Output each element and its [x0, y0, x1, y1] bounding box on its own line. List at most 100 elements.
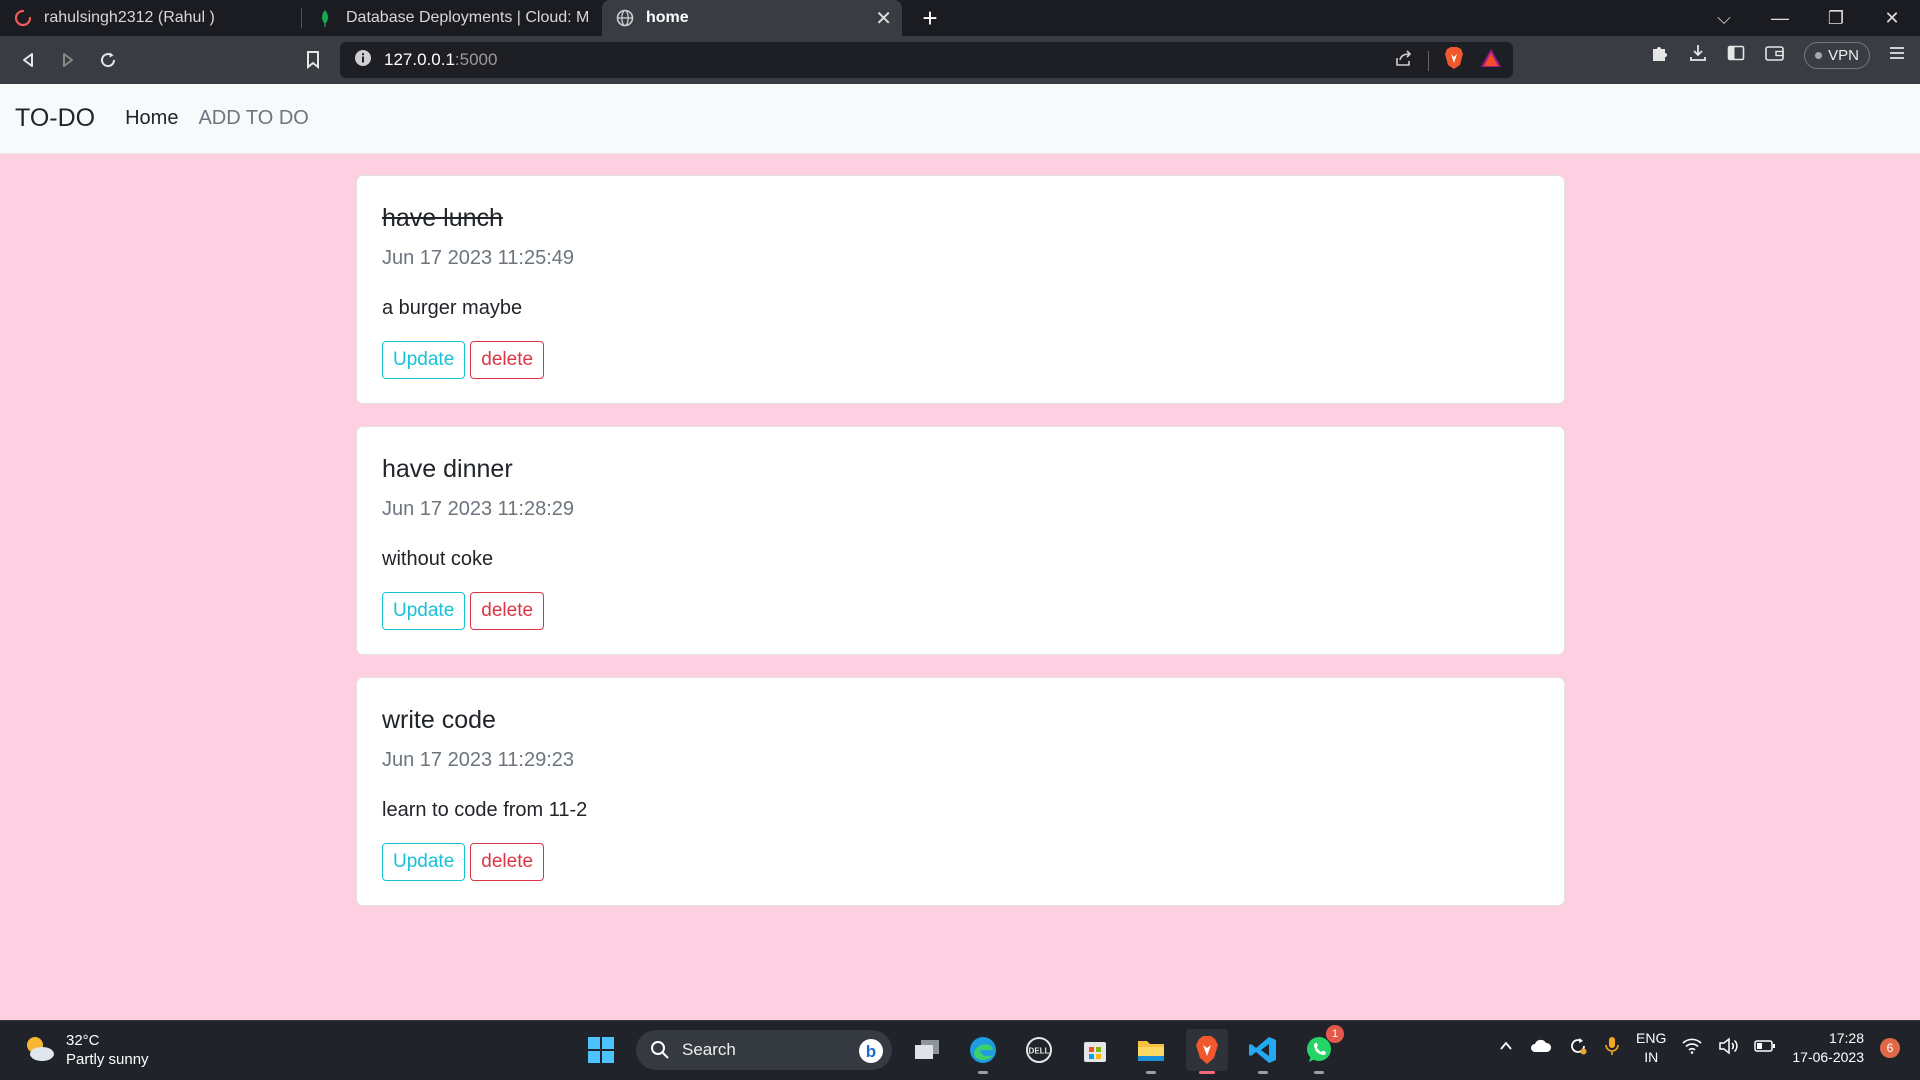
new-tab-button[interactable]: +: [902, 0, 958, 36]
taskbar-search[interactable]: Search b: [636, 1030, 892, 1070]
volume-icon[interactable]: [1718, 1036, 1739, 1060]
url-text: 127.0.0.1:5000: [384, 50, 497, 70]
search-label: Search: [682, 1040, 736, 1059]
reload-icon: [101, 52, 116, 68]
taskbar-vscode[interactable]: [1242, 1029, 1284, 1074]
weather-temperature: 32°C: [66, 1032, 100, 1049]
brave-icon: [1196, 1036, 1218, 1064]
vpn-status-dot: [1815, 52, 1823, 59]
forward-button[interactable]: [48, 40, 88, 80]
browser-tab-github[interactable]: rahulsingh2312 (Rahul ): [0, 0, 302, 36]
start-button[interactable]: [580, 1029, 622, 1071]
todo-card: write code Jun 17 2023 11:29:23 learn to…: [356, 677, 1565, 906]
brave-shields-icon[interactable]: [1443, 46, 1465, 75]
divider: [1428, 50, 1429, 71]
wallet-icon[interactable]: [1764, 43, 1786, 68]
back-button[interactable]: [8, 40, 48, 80]
todo-actions: Update delete: [382, 341, 1539, 379]
language-primary: ENG: [1636, 1030, 1667, 1046]
task-view-icon: [915, 1040, 939, 1059]
info-icon[interactable]: [354, 49, 372, 72]
tab-title: rahulsingh2312 (Rahul ): [44, 9, 215, 26]
language-indicator[interactable]: ENG IN: [1636, 1029, 1666, 1067]
wifi-icon[interactable]: [1682, 1038, 1702, 1059]
system-tray: ENG IN 17:28 17-06-2023 6: [1498, 1029, 1900, 1067]
todo-description: learn to code from 11-2: [382, 799, 588, 821]
running-indicator: [1258, 1071, 1268, 1074]
svg-text:DELL: DELL: [1029, 1047, 1050, 1056]
todo-description: a burger maybe: [382, 297, 523, 319]
close-tab-icon[interactable]: ✕: [875, 6, 892, 31]
task-view-button[interactable]: [906, 1029, 948, 1071]
vpn-label: VPN: [1828, 47, 1859, 64]
search-icon: [651, 1041, 669, 1059]
weather-description: Partly sunny: [66, 1051, 149, 1068]
todo-date: Jun 17 2023 11:28:29: [382, 498, 575, 520]
address-bar[interactable]: 127.0.0.1:5000: [340, 42, 1513, 78]
todo-date: Jun 17 2023 11:25:49: [382, 247, 575, 269]
close-window-button[interactable]: ✕: [1864, 0, 1920, 36]
navbar-brand[interactable]: TO-DO: [15, 104, 95, 133]
system-clock[interactable]: 17:28 17-06-2023: [1792, 1029, 1864, 1067]
bing-icon[interactable]: b: [858, 1038, 884, 1069]
browser-tab-mongodb[interactable]: Database Deployments | Cloud: Mongo: [302, 0, 602, 36]
sync-icon[interactable]: [1568, 1036, 1588, 1061]
restore-button[interactable]: ❐: [1808, 0, 1864, 36]
bookmark-button[interactable]: [293, 40, 333, 80]
browser-tab-home[interactable]: home ✕: [602, 0, 902, 36]
taskbar-store[interactable]: [1074, 1029, 1116, 1071]
onedrive-cloud-icon[interactable]: [1530, 1038, 1552, 1059]
language-region: IN: [1644, 1049, 1659, 1065]
windows-taskbar: 32°C Partly sunny Search b DELL 1 ENG IN…: [0, 1020, 1920, 1080]
tab-search-chevron-icon[interactable]: ⌵: [1696, 0, 1752, 36]
sidebar-toggle-icon[interactable]: [1726, 43, 1746, 68]
window-controls: ⌵ — ❐ ✕: [1696, 0, 1920, 36]
brave-rewards-icon[interactable]: [1479, 47, 1503, 74]
taskbar-file-explorer[interactable]: [1130, 1029, 1172, 1074]
nav-link-home[interactable]: Home: [125, 107, 178, 130]
windows-logo-icon: [588, 1037, 614, 1063]
nav-link-add-todo[interactable]: ADD TO DO: [198, 107, 308, 130]
todo-card: have dinner Jun 17 2023 11:28:29 without…: [356, 426, 1565, 655]
taskbar-brave[interactable]: [1186, 1029, 1228, 1074]
todo-card: have lunch Jun 17 2023 11:25:49 a burger…: [356, 175, 1565, 404]
reload-button[interactable]: [88, 40, 128, 80]
delete-button[interactable]: delete: [470, 843, 545, 881]
vpn-button[interactable]: VPN: [1804, 42, 1870, 69]
share-icon[interactable]: [1394, 48, 1414, 73]
running-indicator: [1146, 1071, 1156, 1074]
todo-description: without coke: [382, 548, 494, 570]
taskbar-dell[interactable]: DELL: [1018, 1029, 1060, 1071]
tray-overflow-chevron-icon[interactable]: [1498, 1038, 1514, 1059]
notification-count-badge[interactable]: 6: [1880, 1038, 1900, 1058]
partly-sunny-icon: [22, 1033, 56, 1068]
tab-title: home: [646, 9, 689, 26]
globe-icon: [616, 9, 634, 27]
extensions-puzzle-icon[interactable]: [1650, 43, 1670, 68]
edge-icon: [970, 1037, 996, 1063]
vscode-icon: [1249, 1037, 1276, 1063]
clock-date: 17-06-2023: [1792, 1049, 1864, 1065]
delete-button[interactable]: delete: [470, 341, 545, 379]
update-button[interactable]: Update: [382, 592, 466, 630]
update-button[interactable]: Update: [382, 341, 466, 379]
todo-list: have lunch Jun 17 2023 11:25:49 a burger…: [356, 175, 1565, 928]
menu-icon[interactable]: [1888, 44, 1906, 67]
dell-icon: DELL: [1026, 1037, 1052, 1063]
running-indicator: [1314, 1071, 1324, 1074]
download-icon[interactable]: [1688, 43, 1708, 68]
svg-text:b: b: [866, 1042, 876, 1061]
running-indicator: [1199, 1071, 1215, 1074]
weather-widget[interactable]: 32°C Partly sunny: [22, 1031, 149, 1069]
app-navbar: TO-DO Home ADD TO DO: [0, 84, 1920, 154]
minimize-button[interactable]: —: [1752, 0, 1808, 36]
microphone-icon[interactable]: [1604, 1036, 1620, 1061]
taskbar-whatsapp[interactable]: 1: [1298, 1025, 1344, 1074]
taskbar-edge[interactable]: [962, 1029, 1004, 1074]
url-host: 127.0.0.1: [384, 50, 455, 69]
update-button[interactable]: Update: [382, 843, 466, 881]
delete-button[interactable]: delete: [470, 592, 545, 630]
battery-icon[interactable]: [1754, 1039, 1776, 1058]
forward-arrow-icon: [63, 53, 73, 67]
todo-title: write code: [382, 706, 496, 734]
